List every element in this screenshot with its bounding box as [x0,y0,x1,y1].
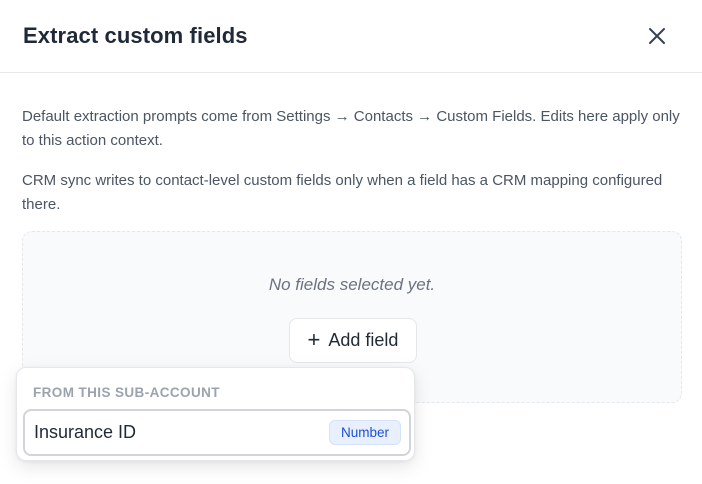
field-option-label: Insurance ID [34,422,137,442]
field-option-insurance-id[interactable]: Insurance ID Number [23,409,411,456]
field-picker-dropdown: FROM THIS SUB-ACCOUNT Insurance ID Numbe… [16,367,415,461]
description-paragraph: Default extraction prompts come from Set… [22,108,680,149]
field-type-badge: Number [328,420,401,445]
close-button[interactable] [642,21,672,51]
crm-sync-note: CRM sync writes to contact-level custom … [22,172,663,213]
dialog-title: Extract custom fields [23,23,248,48]
add-field-button[interactable]: + Add field [289,318,417,363]
plus-icon: + [307,326,321,352]
dialog-body: Default extraction prompts come from Set… [0,73,702,217]
empty-state-text: No fields selected yet. [268,275,436,294]
extract-custom-fields-dialog: Extract custom fields Default extraction… [0,0,702,484]
close-icon [649,28,665,44]
dialog-header: Extract custom fields [0,0,702,73]
dropdown-section-heading: FROM THIS SUB-ACCOUNT [33,385,220,400]
add-field-label: Add field [328,330,399,350]
